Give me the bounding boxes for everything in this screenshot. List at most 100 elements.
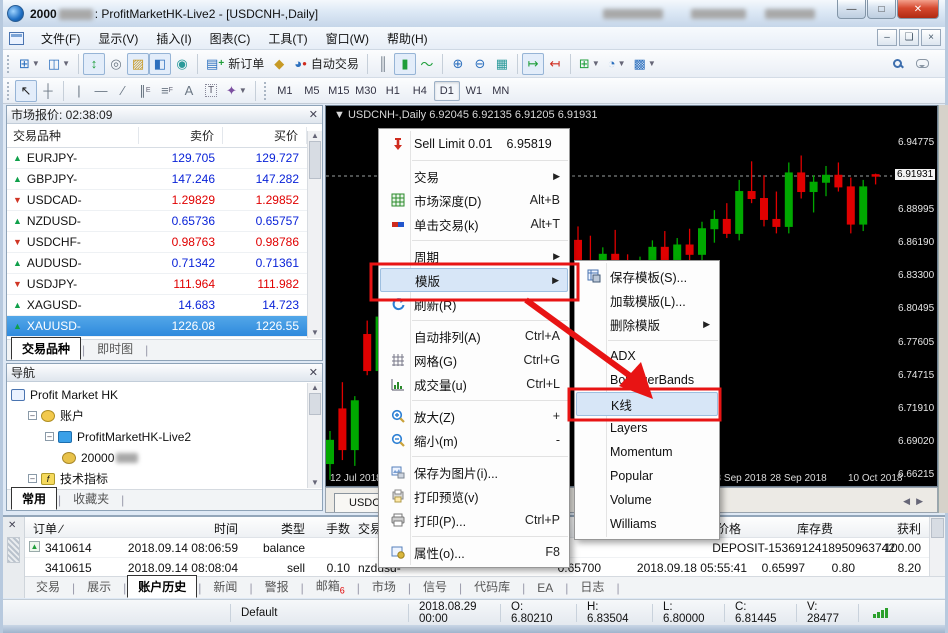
chat-icon[interactable] bbox=[916, 59, 929, 68]
context-menu-item-交易[interactable]: 交易▶ bbox=[380, 164, 568, 188]
template-item-Momentum[interactable]: Momentum bbox=[576, 440, 718, 464]
timeframe-mn[interactable]: MN bbox=[488, 81, 514, 101]
template-item-K线[interactable]: K线 bbox=[576, 392, 718, 416]
mdi-close-button[interactable]: × bbox=[921, 29, 941, 46]
timeframe-d1[interactable]: D1 bbox=[434, 81, 460, 101]
column-ask[interactable]: 买价 bbox=[223, 127, 307, 144]
context-menu-item-网格(G)[interactable]: 网格(G)Ctrl+G bbox=[380, 348, 568, 372]
template-item-保存模板(S)...[interactable]: 保存模板(S)... bbox=[576, 264, 718, 288]
profiles-button[interactable]: ▨ bbox=[127, 53, 149, 75]
context-menu-item-市场深度(D)[interactable]: 市场深度(D)Alt+B bbox=[380, 188, 568, 212]
data-window-button[interactable]: ◉ bbox=[171, 53, 193, 75]
close-icon[interactable]: ✕ bbox=[8, 520, 16, 531]
template-item-删除模版[interactable]: 删除模版▶ bbox=[576, 312, 718, 336]
menu-item-6[interactable]: 帮助(H) bbox=[378, 27, 437, 50]
terminal-tab-10[interactable]: 日志 bbox=[569, 575, 615, 598]
close-icon[interactable]: ✕ bbox=[309, 366, 318, 379]
maximize-button[interactable]: □ bbox=[867, 0, 896, 19]
autotrading-button[interactable]: ◕ ● 自动交易 bbox=[290, 53, 363, 75]
timeframe-w1[interactable]: W1 bbox=[461, 81, 487, 101]
navigator-item-3[interactable]: 20000 bbox=[11, 447, 322, 468]
chart-profiles-button[interactable]: ◫▼ bbox=[44, 53, 74, 75]
toolbar-grip[interactable] bbox=[7, 55, 11, 73]
chart-shift-button[interactable]: ◎ bbox=[105, 53, 127, 75]
terminal-tab-4[interactable]: 警报 bbox=[254, 575, 300, 598]
context-menu-item-缩小(m)[interactable]: 缩小(m)- bbox=[380, 428, 568, 452]
market-watch-row[interactable]: ▲XAGUSD-14.68314.723 bbox=[7, 295, 322, 316]
scroll-to-end-button[interactable]: ↦ bbox=[522, 53, 544, 75]
channel-button[interactable]: ∥E bbox=[134, 80, 156, 102]
timeframe-m30[interactable]: M30 bbox=[353, 81, 379, 101]
line-chart-button[interactable]: 〜 bbox=[416, 53, 438, 75]
fibonacci-button[interactable]: ≡F bbox=[156, 80, 178, 102]
text-label-button[interactable]: T bbox=[200, 80, 222, 102]
column-header-1[interactable]: 时间 bbox=[120, 520, 238, 537]
navigator-item-2[interactable]: –ProfitMarketHK-Live2 bbox=[11, 426, 322, 447]
templates-button[interactable]: ▩▼ bbox=[630, 53, 660, 75]
crosshair-button[interactable]: ┼ bbox=[37, 80, 59, 102]
arrows-button[interactable]: ✦▼ bbox=[222, 80, 251, 102]
horizontal-line-button[interactable]: — bbox=[90, 80, 112, 102]
template-item-BollingerBands[interactable]: BollingerBands bbox=[576, 368, 718, 392]
market-watch-row[interactable]: ▼USDCHF-0.987630.98786 bbox=[7, 232, 322, 253]
terminal-tab-5[interactable]: 邮箱6 bbox=[305, 574, 356, 598]
context-menu-item-Sell Limit 0.01[interactable]: Sell Limit 0.016.95819 bbox=[380, 132, 568, 156]
column-header-3[interactable]: 手数 bbox=[315, 520, 350, 537]
collapse-icon[interactable]: – bbox=[28, 411, 37, 420]
navigator-scrollbar[interactable]: ▲▼ bbox=[307, 383, 322, 488]
terminal-tab-6[interactable]: 市场 bbox=[361, 575, 407, 598]
collapse-icon[interactable]: – bbox=[28, 474, 37, 483]
template-item-加载模版(L)...[interactable]: 加载模版(L)... bbox=[576, 288, 718, 312]
terminal-tab-2[interactable]: 账户历史 bbox=[127, 575, 197, 598]
terminal-scrollbar[interactable] bbox=[929, 517, 945, 579]
menu-item-2[interactable]: 插入(I) bbox=[147, 27, 200, 50]
vertical-line-button[interactable]: | bbox=[68, 80, 90, 102]
template-item-ADX[interactable]: ADX bbox=[576, 344, 718, 368]
market-watch-row[interactable]: ▲NZDUSD-0.657360.65757 bbox=[7, 211, 322, 232]
market-watch-row[interactable]: ▲AUDUSD-0.713420.71361 bbox=[7, 253, 322, 274]
timeframe-h4[interactable]: H4 bbox=[407, 81, 433, 101]
market-watch-row[interactable]: ▼USDJPY-111.964111.982 bbox=[7, 274, 322, 295]
market-watch-row[interactable]: ▼USDCAD-1.298291.29852 bbox=[7, 190, 322, 211]
menu-item-4[interactable]: 工具(T) bbox=[259, 27, 316, 50]
context-menu-item-成交量(u)[interactable]: 成交量(u)Ctrl+L bbox=[380, 372, 568, 396]
context-menu-item-放大(Z)[interactable]: 放大(Z)+ bbox=[380, 404, 568, 428]
mdi-restore-button[interactable]: ❏ bbox=[899, 29, 919, 46]
mdi-minimize-button[interactable]: – bbox=[877, 29, 897, 46]
column-header-0[interactable]: 订单 ∕ bbox=[33, 520, 103, 537]
zoom-in-button[interactable]: ⊕ bbox=[447, 53, 469, 75]
context-menu-item-打印(P)...[interactable]: 打印(P)...Ctrl+P bbox=[380, 508, 568, 532]
minimize-button[interactable]: — bbox=[837, 0, 866, 19]
terminal-tab-3[interactable]: 新闻 bbox=[202, 575, 248, 598]
indicators-button[interactable]: ⊞▼ bbox=[575, 53, 604, 75]
navigator-item-4[interactable]: –f技术指标 bbox=[11, 468, 322, 489]
terminal-tab-9[interactable]: EA bbox=[526, 578, 564, 598]
toolbar-grip[interactable] bbox=[264, 82, 268, 100]
market-watch-row[interactable]: ▲EURJPY-129.705129.727 bbox=[7, 148, 322, 169]
tab-scroll-right-icon[interactable]: ▶ bbox=[916, 496, 923, 507]
navigator-tab-1[interactable]: 收藏夹 bbox=[62, 487, 120, 510]
menu-item-1[interactable]: 显示(V) bbox=[89, 27, 147, 50]
terminal-tab-8[interactable]: 代码库 bbox=[463, 575, 521, 598]
new-order-button[interactable]: ▤ + 新订单 bbox=[202, 53, 268, 75]
timeframe-h1[interactable]: H1 bbox=[380, 81, 406, 101]
timeframe-m5[interactable]: M5 bbox=[299, 81, 325, 101]
context-menu-item-单击交易(k)[interactable]: 单击交易(k)Alt+T bbox=[380, 212, 568, 236]
navigator-tab-0[interactable]: 常用 bbox=[11, 487, 57, 510]
tile-windows-button[interactable]: ▦ bbox=[491, 53, 513, 75]
timeframe-m15[interactable]: M15 bbox=[326, 81, 352, 101]
collapse-icon[interactable]: – bbox=[45, 432, 54, 441]
market-watch-header[interactable]: 市场报价: 02:38:09 ✕ bbox=[7, 106, 322, 124]
close-button[interactable]: ✕ bbox=[897, 0, 939, 19]
zoom-out-button[interactable]: ⊖ bbox=[469, 53, 491, 75]
cursor-button[interactable]: ↖ bbox=[15, 80, 37, 102]
text-button[interactable]: A bbox=[178, 80, 200, 102]
periods-button[interactable]: ◔▼ bbox=[604, 53, 630, 75]
expert-advisors-button[interactable]: ◆ bbox=[268, 53, 290, 75]
template-item-Layers[interactable]: Layers bbox=[576, 416, 718, 440]
column-header-2[interactable]: 类型 bbox=[250, 520, 305, 537]
terminal-tab-0[interactable]: 交易 bbox=[25, 575, 71, 598]
auto-scroll-button[interactable]: ↕ bbox=[83, 53, 105, 75]
context-menu-item-模版[interactable]: 模版▶ bbox=[380, 268, 568, 292]
navigator-item-0[interactable]: Profit Market HK bbox=[11, 384, 322, 405]
